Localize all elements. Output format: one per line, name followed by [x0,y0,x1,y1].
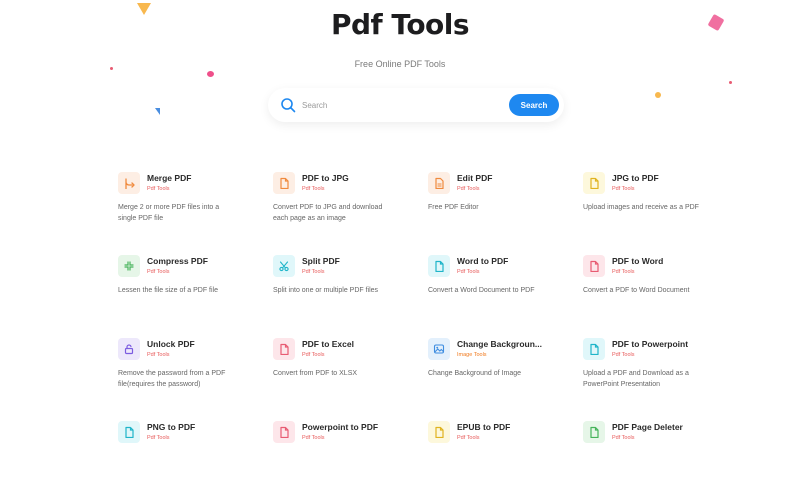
page-title: Pdf Tools [330,8,470,41]
tool-card[interactable]: PDF to Excel Pdf Tools Convert from PDF to… [273,337,428,420]
file-icon [583,421,605,443]
tool-name[interactable]: PDF to Excel [302,339,354,349]
tool-description: Lessen the file size of a PDF file [118,287,218,294]
decorative-dot-orange [655,92,661,98]
tool-category: Image Tools [457,352,487,358]
tool-card[interactable]: Word to PDF Pdf Tools Convert a Word Docum… [428,254,583,337]
tool-category: Pdf Tools [302,352,325,358]
tool-description: Convert PDF to JPG and download each pag… [273,204,383,222]
tool-name[interactable]: PDF to JPG [302,173,349,183]
tool-name[interactable]: Change Backgroun... [457,339,542,349]
tool-name[interactable]: EPUB to PDF [457,422,510,432]
tool-grid: Merge PDF Pdf Tools Merge 2 or more PDF fi… [118,171,718,503]
tool-category: Pdf Tools [612,435,635,441]
tool-category: Pdf Tools [302,435,325,441]
tool-card[interactable]: Powerpoint to PDF Pdf Tools [273,420,428,503]
decorative-dot-red-right [729,81,732,84]
file-edit-icon [428,172,450,194]
tool-description: Free PDF Editor [428,204,479,211]
compress-icon [118,255,140,277]
tool-name[interactable]: PDF Page Deleter [612,422,683,432]
file-icon [428,421,450,443]
lock-icon [118,338,140,360]
tool-category: Pdf Tools [612,186,635,192]
merge-icon [118,172,140,194]
tool-category: Pdf Tools [457,269,480,275]
search-icon [281,98,296,113]
tool-card[interactable]: EPUB to PDF Pdf Tools [428,420,583,503]
tool-description: Convert a Word Document to PDF [428,287,535,294]
file-icon [118,421,140,443]
file-icon [428,255,450,277]
tool-category: Pdf Tools [147,269,170,275]
tool-name[interactable]: Compress PDF [147,256,208,266]
decorative-blob-pink [207,71,214,77]
search-input[interactable] [302,97,492,113]
tool-category: Pdf Tools [302,186,325,192]
tool-card[interactable]: PDF to JPG Pdf Tools Convert PDF to JPG an… [273,171,428,254]
tool-card[interactable]: Unlock PDF Pdf Tools Remove the password f… [118,337,273,420]
tool-name[interactable]: PDF to Powerpoint [612,339,688,349]
tool-card[interactable]: Edit PDF Pdf Tools Free PDF Editor [428,171,583,254]
tool-description: Convert a PDF to Word Document [583,287,690,294]
tool-card[interactable]: PNG to PDF Pdf Tools [118,420,273,503]
scissors-icon [273,255,295,277]
decorative-triangle-blue [155,108,160,115]
search-button[interactable]: Search [509,94,559,116]
tool-card[interactable]: PDF to Powerpoint Pdf Tools Upload a PDF a… [583,337,718,420]
tool-category: Pdf Tools [612,269,635,275]
tool-name[interactable]: Edit PDF [457,173,492,183]
tool-card[interactable]: JPG to PDF Pdf Tools Upload images and rec… [583,171,718,254]
tool-description: Remove the password from a PDF file(requ… [118,370,226,388]
tool-description: Split into one or multiple PDF files [273,287,379,294]
tool-category: Pdf Tools [147,352,170,358]
file-icon [583,255,605,277]
file-icon [273,421,295,443]
tool-card[interactable]: Merge PDF Pdf Tools Merge 2 or more PDF fi… [118,171,273,254]
tool-category: Pdf Tools [147,186,170,192]
tool-name[interactable]: Powerpoint to PDF [302,422,378,432]
tool-description: Merge 2 or more PDF files into a single … [118,204,220,222]
tool-card[interactable]: Split PDF Pdf Tools Split into one or mult… [273,254,428,337]
tool-name[interactable]: Merge PDF [147,173,191,183]
file-icon [583,338,605,360]
tool-card[interactable]: PDF Page Deleter Pdf Tools [583,420,718,503]
file-icon [583,172,605,194]
tool-category: Pdf Tools [147,435,170,441]
tool-description: Upload a PDF and Download as a PowerPoin… [583,370,689,388]
search-bar: Search [268,88,564,122]
file-icon [273,338,295,360]
tool-name[interactable]: PNG to PDF [147,422,195,432]
tool-description: Upload images and receive as a PDF [583,204,699,211]
tool-name[interactable]: PDF to Word [612,256,663,266]
tool-category: Pdf Tools [302,269,325,275]
tool-card[interactable]: Compress PDF Pdf Tools Lessen the file siz… [118,254,273,337]
page-subtitle: Free Online PDF Tools [354,59,446,69]
tool-card[interactable]: Change Backgroun... Image Tools Change Bac… [428,337,583,420]
tool-name[interactable]: JPG to PDF [612,173,659,183]
tool-category: Pdf Tools [457,186,480,192]
tool-category: Pdf Tools [457,435,480,441]
tool-name[interactable]: Unlock PDF [147,339,195,349]
image-icon [428,338,450,360]
tool-category: Pdf Tools [612,352,635,358]
tool-name[interactable]: Split PDF [302,256,340,266]
tool-name[interactable]: Word to PDF [457,256,508,266]
tool-description: Convert from PDF to XLSX [273,370,358,377]
tool-description: Change Background of Image [428,370,522,377]
tool-card[interactable]: PDF to Word Pdf Tools Convert a PDF to Wor… [583,254,718,337]
file-icon [273,172,295,194]
